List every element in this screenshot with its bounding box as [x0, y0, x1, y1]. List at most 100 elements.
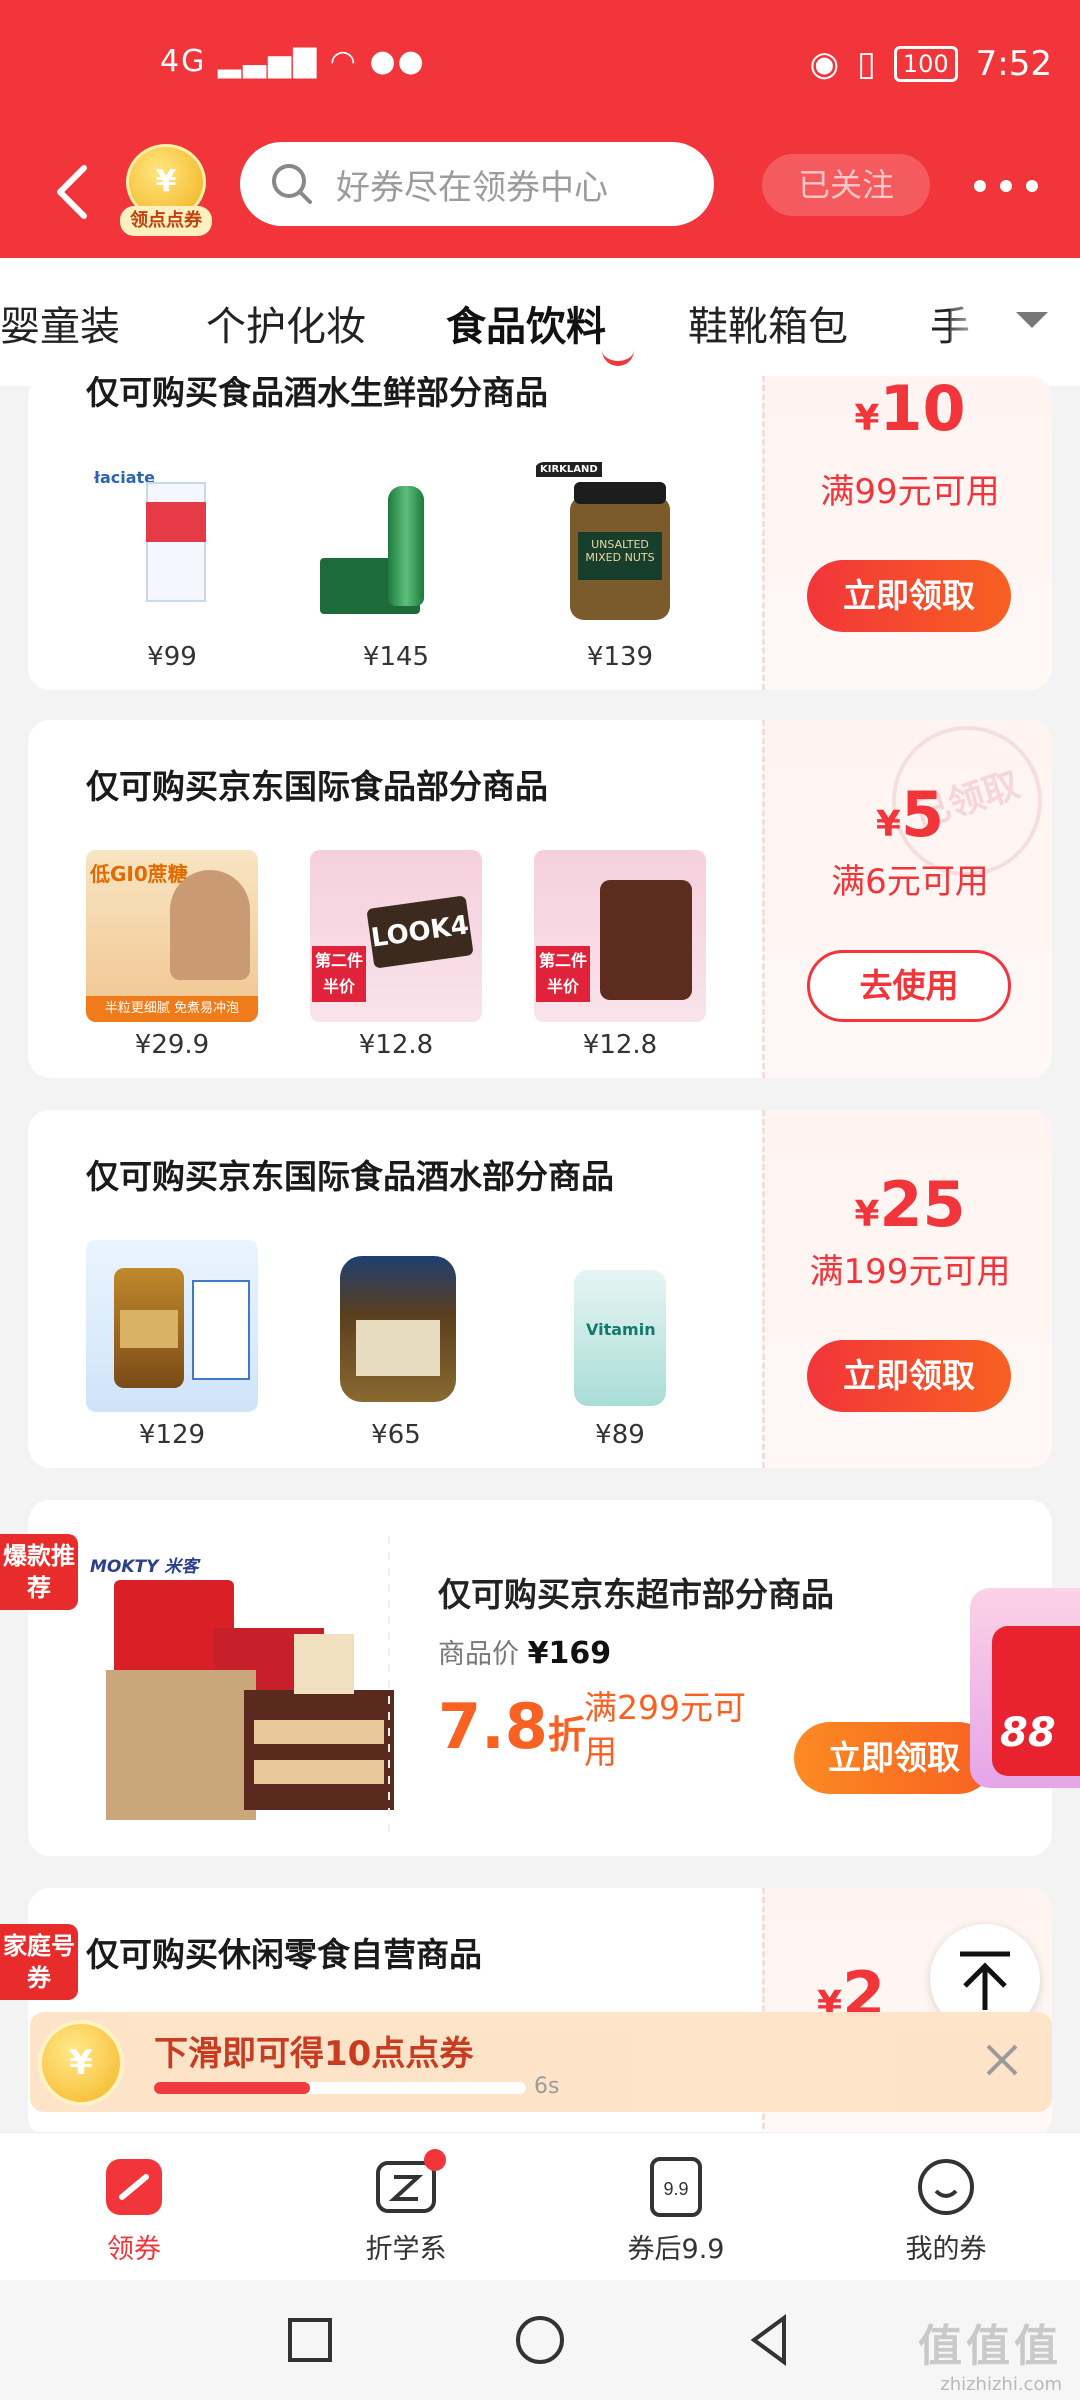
coupon-card: 仅可购买京东国际食品酒水部分商品 ¥129 ¥65 Vitamin ¥89 ¥2… [28, 1110, 1052, 1468]
reward-countdown: 6s [534, 2074, 560, 2099]
back-nav-icon[interactable] [740, 2310, 800, 2370]
more-icon[interactable] [974, 180, 1044, 194]
product-label: Vitamin [586, 1320, 656, 1339]
product-price: ¥89 [595, 1420, 645, 1450]
network-label: 4G [160, 44, 207, 79]
product-image: łaciate [86, 462, 258, 634]
coupon-card: 仅可购买食品酒水生鲜部分商品 łaciate ¥99 ¥145 KIRKLAND… [28, 376, 1052, 690]
coupon-amount: ¥10 [854, 376, 966, 445]
coupon-condition: 满199元可用 [809, 1252, 1011, 1292]
claim-button[interactable]: 立即领取 [807, 1340, 1011, 1412]
close-icon[interactable] [980, 2038, 1024, 2082]
product-price: ¥139 [586, 642, 654, 672]
reward-progress [154, 2082, 526, 2094]
product-image [86, 1240, 258, 1412]
wifi-icon: ◠ [329, 44, 358, 79]
product-image: 第二件 半价 [534, 850, 706, 1022]
product-item[interactable]: 第二件 半价 ¥12.8 [534, 850, 706, 1060]
tabs-expand[interactable] [950, 258, 1080, 386]
status-bar: 4G ▂▃▅▇ ◠ ●● ◉ ▯ 100 7:52 [0, 0, 1080, 140]
active-tab-indicator [602, 346, 634, 366]
product-price: ¥99 [147, 642, 197, 672]
top-bar: 4G ▂▃▅▇ ◠ ●● ◉ ▯ 100 7:52 ¥ 领点点券 好券尽在领券中… [0, 0, 1080, 258]
header: ¥ 领点点券 好券尽在领券中心 已关注 [0, 140, 1080, 258]
search-bar[interactable]: 好券尽在领券中心 [240, 142, 714, 226]
coupon-title: 仅可购买食品酒水生鲜部分商品 [86, 376, 548, 412]
watermark: 值值值 zhizhizhi.com [918, 2321, 1062, 2395]
product-price: ¥12.8 [358, 1030, 434, 1060]
battery-icon: 100 [893, 46, 958, 82]
product-item[interactable]: LOOK4 第二件 半价 ¥12.8 [310, 850, 482, 1060]
chevron-down-icon [1016, 312, 1048, 328]
divider [388, 1536, 390, 1836]
coin-icon: ¥ [38, 2020, 124, 2106]
coupon-value-panel: ¥25 满199元可用 立即领取 [762, 1110, 1052, 1468]
eye-icon: ◉ [809, 44, 840, 84]
product-item[interactable]: ¥65 [310, 1240, 482, 1450]
coupon-value-panel: 已领取 ¥5 满6元可用 去使用 [762, 720, 1052, 1078]
product-image [310, 1240, 482, 1412]
tab-personal-care[interactable]: 个护化妆 [206, 294, 366, 352]
product-price: ¥29.9 [134, 1030, 210, 1060]
claim-button[interactable]: 立即领取 [794, 1722, 994, 1794]
product-image: Vitamin [534, 1240, 706, 1412]
use-button[interactable]: 去使用 [807, 950, 1011, 1022]
notification-dot [424, 2149, 446, 2171]
back-icon[interactable] [52, 162, 92, 222]
product-item[interactable]: ¥145 [310, 462, 482, 672]
product-item[interactable]: ¥129 [86, 1240, 258, 1450]
promo-card[interactable]: MOKTY 米客 仅可购买京东超市部分商品 商品价 ¥169 7.8折 满299… [28, 1500, 1052, 1856]
product-label: LOOK4 [366, 895, 474, 969]
coupon-ticket-icon [102, 2155, 166, 2219]
nav-label: 折学系 [365, 2234, 447, 2265]
nav-coupons[interactable]: 领券 [54, 2155, 214, 2266]
reward-progress-fill [154, 2082, 311, 2094]
product-item[interactable]: KIRKLAND UNSALTED MIXED NUTS ¥139 [534, 462, 706, 672]
tab-food-drink[interactable]: 食品饮料 [446, 294, 606, 352]
recents-icon[interactable] [280, 2310, 340, 2370]
nav-my-coupons[interactable]: 我的券 [866, 2155, 1026, 2266]
product-image: 低GI0蔗糖 半粒更细腻 免煮易冲泡 [86, 850, 258, 1022]
bottom-nav: 领券 折学系 9.9 券后9.9 我的券 [0, 2132, 1080, 2280]
clock: 7:52 [975, 44, 1052, 84]
home-icon[interactable] [510, 2310, 570, 2370]
search-placeholder: 好券尽在领券中心 [336, 167, 608, 208]
nav-after-coupon[interactable]: 9.9 券后9.9 [596, 2155, 756, 2266]
reward-banner: ¥ 下滑即可得10点点券 6s [30, 2012, 1052, 2112]
signal-icon: ▂▃▅▇ [217, 44, 319, 79]
coupon-title: 仅可购买京东超市部分商品 [438, 1575, 834, 1614]
hot-recommend-tag: 爆款推荐 [0, 1534, 78, 1610]
tab-shoes-bags[interactable]: 鞋靴箱包 [688, 294, 848, 352]
product-price: ¥145 [362, 642, 430, 672]
nav-label: 券后9.9 [627, 2234, 725, 2265]
tab-baby[interactable]: 母婴童装 [0, 294, 120, 352]
reward-text: 下滑即可得10点点券 [154, 2034, 474, 2074]
product-tag: 低GI0蔗糖 [90, 862, 188, 886]
claim-button[interactable]: 立即领取 [807, 560, 1011, 632]
search-icon [272, 164, 312, 204]
svg-text:9.9: 9.9 [663, 2179, 688, 2199]
product-item[interactable]: 低GI0蔗糖 半粒更细腻 免煮易冲泡 ¥29.9 [86, 850, 258, 1060]
points-coupon-entry[interactable]: ¥ 领点点券 [120, 144, 212, 240]
product-price: ¥12.8 [582, 1030, 658, 1060]
coupon-title: 仅可购买京东国际食品酒水部分商品 [86, 1157, 614, 1196]
price-tag-icon: 9.9 [644, 2155, 708, 2219]
nav-label: 我的券 [905, 2234, 987, 2265]
follow-button[interactable]: 已关注 [762, 154, 930, 216]
coupon-title: 仅可购买京东国际食品部分商品 [86, 767, 548, 806]
product-price-line: 商品价 ¥169 [438, 1636, 612, 1671]
coupon-card: 仅可购买京东国际食品部分商品 低GI0蔗糖 半粒更细腻 免煮易冲泡 ¥29.9 … [28, 720, 1052, 1078]
vibrate-icon: ▯ [857, 44, 876, 84]
z-icon [374, 2149, 446, 2219]
nav-discount-school[interactable]: 折学系 [326, 2149, 486, 2266]
product-item[interactable]: Vitamin ¥89 [534, 1240, 706, 1450]
nav-label: 领券 [107, 2234, 161, 2265]
coupon-condition: 满299元可用 [584, 1688, 746, 1771]
signal-indicators: 4G ▂▃▅▇ ◠ ●● [160, 44, 426, 79]
red-packet-float[interactable]: 88 [970, 1588, 1080, 1806]
product-item[interactable]: łaciate ¥99 [86, 462, 258, 672]
coupon-title: 仅可购买休闲零食自营商品 [86, 1935, 482, 1974]
red-packet-number: 88 [1000, 1710, 1056, 1756]
status-right: ◉ ▯ 100 7:52 [809, 44, 1052, 84]
wechat-icon: ●● [369, 44, 426, 79]
